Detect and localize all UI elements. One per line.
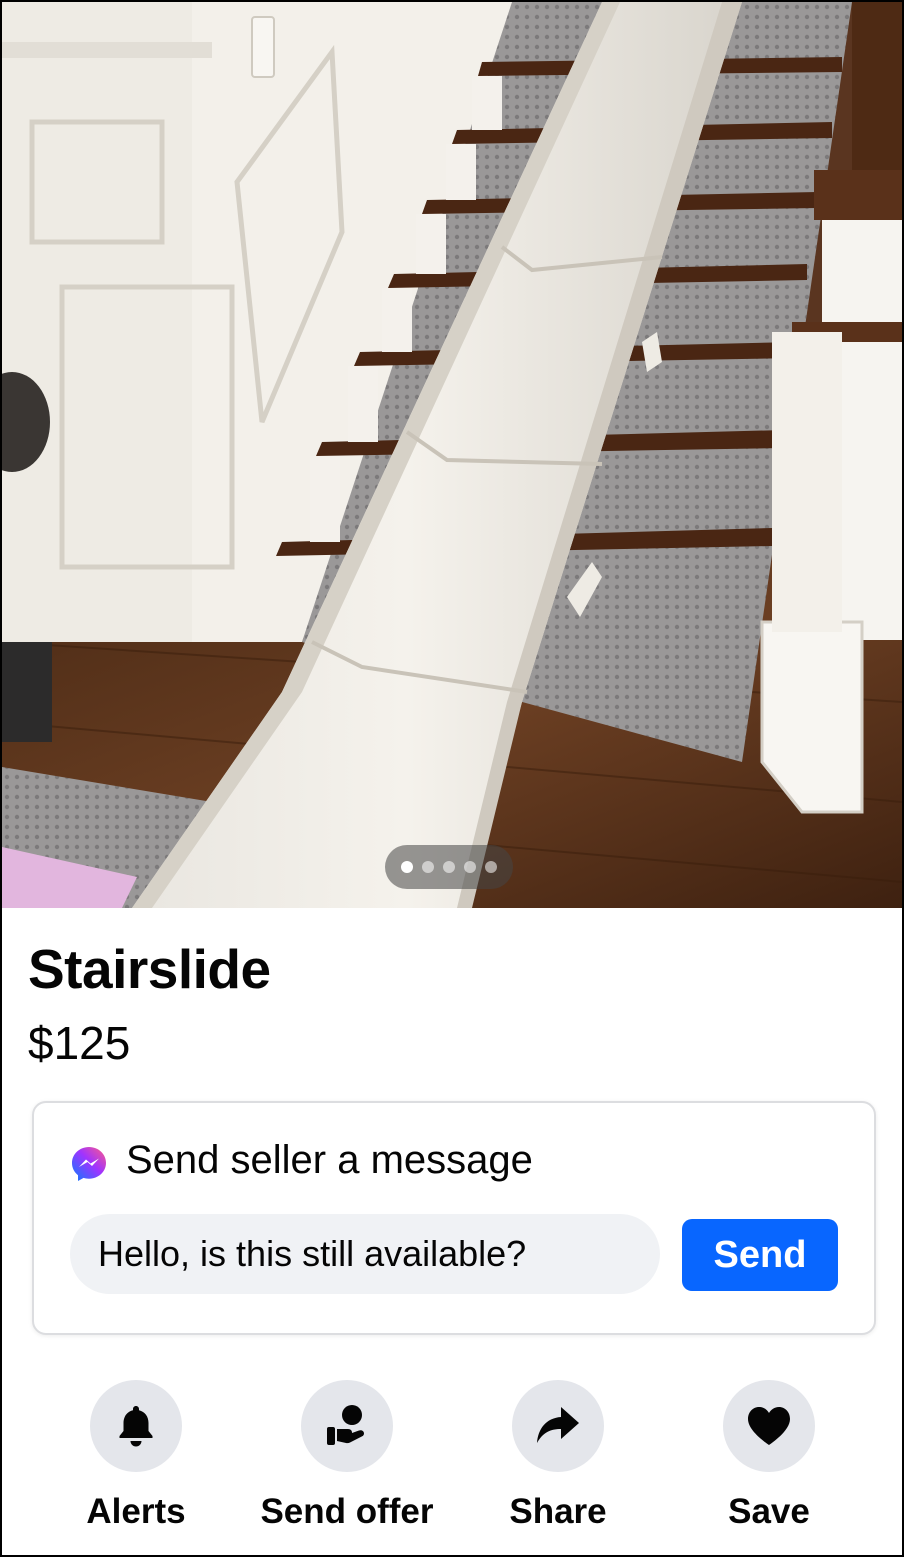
message-card-title: Send seller a message [126, 1137, 533, 1182]
pagination-dot[interactable] [443, 861, 455, 873]
pagination-dot[interactable] [464, 861, 476, 873]
message-card-header: Send seller a message [70, 1135, 533, 1185]
send-offer-button[interactable]: Send offer [237, 1380, 457, 1540]
send-offer-icon-circle[interactable] [301, 1380, 393, 1472]
alerts-label: Alerts [86, 1492, 186, 1531]
listing-title: Stairslide [28, 938, 271, 1000]
message-input[interactable] [70, 1214, 660, 1294]
messenger-icon [72, 1147, 106, 1181]
pagination-dot[interactable] [422, 861, 434, 873]
save-icon-circle[interactable] [723, 1380, 815, 1472]
save-button[interactable]: Save [659, 1380, 879, 1540]
pagination-dot[interactable] [401, 861, 413, 873]
photo-illustration [2, 2, 902, 908]
offer-icon [327, 1405, 364, 1445]
send-offer-label: Send offer [260, 1492, 434, 1531]
alerts-button[interactable]: Alerts [26, 1380, 246, 1540]
photo-pagination-dots[interactable] [385, 845, 513, 889]
marketplace-listing: Stairslide $125 Send seller a message Se… [0, 0, 904, 1557]
share-icon-circle[interactable] [512, 1380, 604, 1472]
send-button[interactable]: Send [682, 1219, 838, 1291]
share-button[interactable]: Share [448, 1380, 668, 1540]
share-arrow-icon [537, 1407, 579, 1443]
bell-icon [119, 1406, 153, 1447]
save-label: Save [728, 1492, 810, 1531]
alerts-icon-circle[interactable] [90, 1380, 182, 1472]
listing-price: $125 [28, 1017, 131, 1069]
send-message-card: Send seller a message Send [32, 1101, 876, 1335]
pagination-dot[interactable] [485, 861, 497, 873]
share-label: Share [509, 1492, 607, 1531]
listing-photo[interactable] [2, 2, 902, 908]
heart-icon [748, 1407, 790, 1445]
